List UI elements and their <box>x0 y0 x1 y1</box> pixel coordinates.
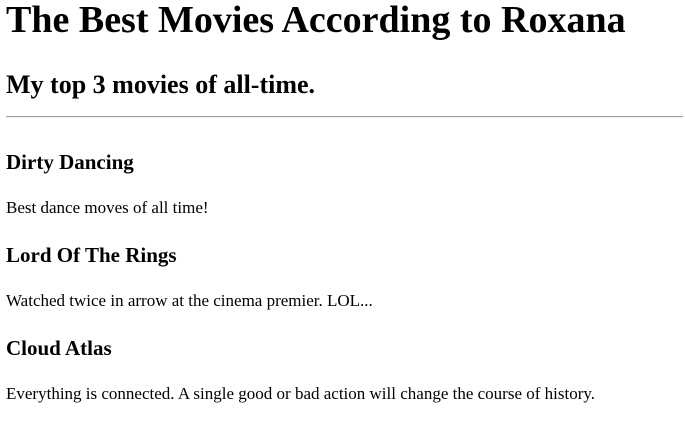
movie-title-cloud-atlas: Cloud Atlas <box>6 336 112 360</box>
page-title: The Best Movies According to Roxana <box>6 0 626 41</box>
movie-description-cloud-atlas: Everything is connected. A single good o… <box>6 384 596 403</box>
movie-title-dirty-dancing: Dirty Dancing <box>6 150 134 174</box>
movie-title-lord-of-the-rings: Lord Of The Rings <box>6 243 177 267</box>
movie-description-lord-of-the-rings: Watched twice in arrow at the cinema pre… <box>6 291 373 310</box>
page-subtitle: My top 3 movies of all-time. <box>6 70 316 99</box>
page-body: The Best Movies According to Roxana My t… <box>0 0 685 430</box>
movie-description-dirty-dancing: Best dance moves of all time! <box>6 198 209 217</box>
divider <box>6 116 683 118</box>
